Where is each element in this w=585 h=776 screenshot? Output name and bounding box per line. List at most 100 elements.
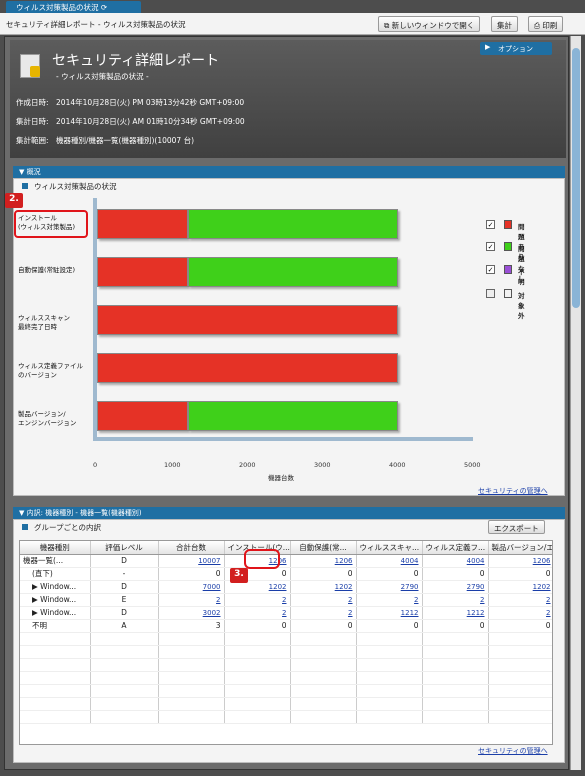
table-cell bbox=[488, 632, 552, 646]
device-type-cell[interactable]: ▶ Window... bbox=[32, 595, 76, 604]
security-management-link[interactable]: セキュリティの管理へ bbox=[478, 746, 548, 756]
table-row[interactable]: ▶ Window... D 3002 2 2 1212 1212 2 bbox=[20, 606, 552, 620]
table-cell: - bbox=[90, 567, 159, 581]
breakdown-section-header[interactable]: ▼ 内訳: 機器種別 - 機器一覧(機器種別) bbox=[13, 507, 565, 519]
count-link[interactable]: 1206 bbox=[533, 557, 551, 565]
count-link[interactable]: 1202 bbox=[533, 583, 551, 591]
bar-segment-problem[interactable] bbox=[97, 305, 399, 335]
count-link[interactable]: 1202 bbox=[335, 583, 353, 591]
count-cell: 0 bbox=[281, 569, 287, 578]
count-link[interactable]: 2 bbox=[348, 609, 352, 617]
bar-segment-problem[interactable] bbox=[97, 257, 188, 287]
device-type-cell[interactable]: 機器一覧(... bbox=[23, 556, 63, 565]
table-row[interactable]: ▶ Window... E 2 2 2 2 2 2 bbox=[20, 593, 552, 607]
category-label-line1: ウィルススキャン bbox=[18, 314, 70, 322]
device-type-cell[interactable]: ▶ Window... bbox=[32, 608, 76, 617]
count-link[interactable]: 2 bbox=[480, 596, 484, 604]
count-link[interactable]: 2 bbox=[282, 609, 286, 617]
scrollbar-thumb[interactable] bbox=[572, 48, 580, 308]
table-cell bbox=[290, 658, 357, 672]
count-link[interactable]: 2 bbox=[216, 596, 220, 604]
count-link[interactable]: 1212 bbox=[401, 609, 419, 617]
bar-segment-problem[interactable] bbox=[97, 209, 188, 239]
count-link[interactable]: 7000 bbox=[203, 583, 221, 591]
legend-label: 対象外 bbox=[518, 292, 525, 320]
table-row[interactable]: ▶ Window... D 7000 1202 1202 2790 2790 1202 bbox=[20, 580, 552, 594]
table-cell bbox=[20, 645, 91, 659]
options-button[interactable]: オプション bbox=[480, 42, 552, 55]
device-type-cell[interactable]: ▶ Window... bbox=[32, 582, 76, 591]
export-label: エクスポート bbox=[494, 524, 539, 533]
legend-swatch bbox=[504, 265, 512, 274]
legend-checkbox[interactable] bbox=[486, 289, 495, 298]
column-header[interactable]: 製品バージョン/エ... bbox=[488, 541, 552, 555]
legend-swatch bbox=[504, 242, 512, 251]
breakdown-table: 機器種別 評価レベル 合計台数 インストール(ウ... 自動保護(常... ウィルススキャ… bbox=[20, 541, 552, 724]
count-link[interactable]: 1202 bbox=[269, 583, 287, 591]
aggregate-button[interactable]: 集計 bbox=[491, 16, 518, 32]
count-cell: 0 bbox=[347, 621, 353, 630]
aggregation-range: 集計範囲: 機器種別/機器一覧(機器種別)(10007 台) bbox=[16, 136, 194, 145]
export-button[interactable]: エクスポート bbox=[488, 520, 545, 534]
category-label-line1: 自動保護(常駐設定) bbox=[18, 266, 76, 274]
column-header[interactable]: ウィルス定義フ... bbox=[422, 541, 489, 555]
print-label: 印刷 bbox=[542, 21, 558, 30]
aggregate-label: 集計 bbox=[497, 21, 512, 30]
column-header[interactable]: ウィルススキャ... bbox=[356, 541, 423, 555]
table-cell bbox=[488, 697, 552, 711]
refresh-icon[interactable]: ⟳ bbox=[101, 3, 107, 12]
legend-checkbox[interactable]: ✓ bbox=[486, 242, 495, 251]
count-link[interactable]: 2790 bbox=[401, 583, 419, 591]
vertical-scrollbar[interactable] bbox=[570, 36, 581, 770]
column-header[interactable]: 評価レベル bbox=[90, 541, 159, 555]
overview-section-header[interactable]: ▼ 概況 bbox=[13, 166, 565, 178]
count-link[interactable]: 2 bbox=[546, 596, 550, 604]
count-link[interactable]: 10007 bbox=[198, 557, 220, 565]
bar-segment-no-problem[interactable] bbox=[187, 401, 398, 431]
legend-checkbox[interactable]: ✓ bbox=[486, 220, 495, 229]
tab-antivirus-status[interactable]: ウィルス対策製品の状況 ⟳ bbox=[6, 1, 141, 13]
device-type-cell[interactable]: (直下) bbox=[32, 569, 53, 578]
table-cell: 1202 bbox=[488, 580, 552, 594]
legend-checkbox[interactable]: ✓ bbox=[486, 265, 495, 274]
bar-segment-no-problem[interactable] bbox=[187, 209, 398, 239]
column-header[interactable]: 合計台数 bbox=[158, 541, 225, 555]
empty-row bbox=[20, 671, 552, 685]
table-cell: 0 bbox=[224, 619, 291, 633]
count-link[interactable]: 2 bbox=[282, 596, 286, 604]
bar-segment-problem[interactable] bbox=[97, 401, 188, 431]
bar-segment-no-problem[interactable] bbox=[187, 257, 398, 287]
table-cell: 2 bbox=[224, 606, 291, 620]
device-type-cell[interactable]: 不明 bbox=[32, 621, 47, 630]
category-label-line2: (ウィルス対策製品) bbox=[18, 223, 76, 231]
count-link[interactable]: 4004 bbox=[467, 557, 485, 565]
breakdown-section-label: 内訳: 機器種別 - 機器一覧(機器種別) bbox=[26, 509, 142, 517]
count-link[interactable]: 3002 bbox=[203, 609, 221, 617]
table-cell bbox=[90, 645, 159, 659]
open-new-window-button[interactable]: ⧉ 新しいウィンドウで開く bbox=[378, 16, 481, 32]
x-tick: 0 bbox=[93, 461, 98, 469]
table-cell bbox=[422, 658, 489, 672]
count-cell: 0 bbox=[281, 621, 287, 630]
table-row[interactable]: (直下) - 0 0 0 0 0 0 bbox=[20, 567, 552, 581]
security-management-link[interactable]: セキュリティの管理へ bbox=[478, 486, 548, 496]
count-link[interactable]: 2 bbox=[348, 596, 352, 604]
table-cell bbox=[356, 684, 423, 698]
column-header[interactable]: 自動保護(常... bbox=[290, 541, 357, 555]
count-link[interactable]: 1212 bbox=[467, 609, 485, 617]
table-row[interactable]: 不明 A 3 0 0 0 0 0 bbox=[20, 619, 552, 633]
table-cell: 0 bbox=[356, 619, 423, 633]
table-row[interactable]: 機器一覧(... D 10007 1206 1206 4004 4004 1206 bbox=[20, 554, 552, 568]
count-link[interactable]: 1206 bbox=[335, 557, 353, 565]
bar-segment-problem[interactable] bbox=[97, 353, 399, 383]
legend-label: 不明 bbox=[518, 268, 525, 286]
print-button[interactable]: ⎙ 印刷 bbox=[528, 16, 564, 32]
empty-row bbox=[20, 658, 552, 672]
square-bullet-icon bbox=[22, 183, 28, 189]
count-link[interactable]: 4004 bbox=[401, 557, 419, 565]
page-subtitle: - ウィルス対策製品の状況 - bbox=[56, 72, 149, 81]
count-link[interactable]: 2790 bbox=[467, 583, 485, 591]
count-link[interactable]: 2 bbox=[546, 609, 550, 617]
count-link[interactable]: 2 bbox=[414, 596, 418, 604]
column-header[interactable]: 機器種別 bbox=[20, 541, 91, 555]
